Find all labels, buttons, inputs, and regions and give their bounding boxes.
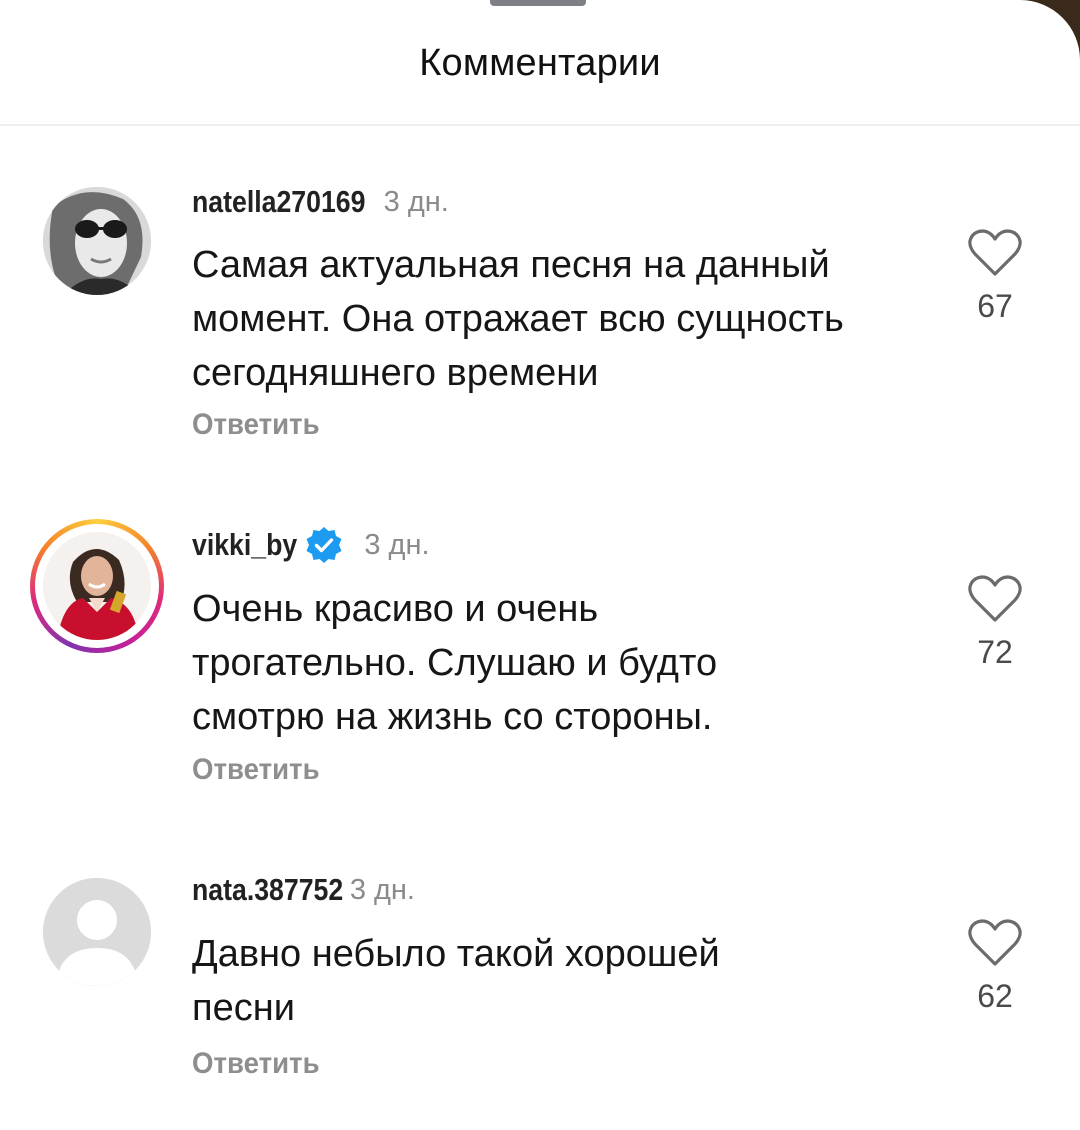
reply-button[interactable]: Ответить [192, 1047, 320, 1081]
sheet-header: Комментарии [0, 0, 1080, 126]
comment-header: natella270169 3 дн. [192, 182, 449, 222]
verified-badge-icon [306, 527, 342, 563]
username[interactable]: nata.387752 [192, 872, 343, 908]
heart-icon[interactable] [967, 228, 1023, 278]
heart-icon[interactable] [967, 574, 1023, 624]
comment-text: Самая актуальная песня на данный момент.… [192, 244, 844, 394]
comment-time: 3 дн. [349, 873, 415, 906]
username[interactable]: vikki_by [192, 527, 297, 563]
heart-icon[interactable] [967, 918, 1023, 968]
photo-avatar-icon [43, 187, 151, 295]
reply-button[interactable]: Ответить [192, 753, 320, 787]
like-count: 62 [977, 978, 1013, 1014]
like-count: 67 [977, 288, 1013, 324]
comment-text: Давно небыло такой хорошей песни [192, 933, 720, 1029]
comments-sheet: Комментарии natella270169 3 дн. Самая ак… [0, 0, 1080, 1130]
story-ring[interactable] [30, 519, 164, 653]
username[interactable]: natella270169 [192, 184, 365, 220]
photo-avatar-icon [43, 532, 151, 640]
default-user-avatar-icon [43, 878, 151, 986]
reply-button[interactable]: Ответить [192, 408, 320, 442]
avatar[interactable] [43, 878, 151, 986]
comment-time: 3 дн. [364, 528, 430, 561]
comment-header: nata.387752 3 дн. [192, 870, 415, 910]
like-count: 72 [977, 634, 1013, 670]
avatar[interactable] [43, 187, 151, 295]
sheet-title: Комментарии [419, 42, 661, 84]
avatar [43, 532, 151, 640]
comment-time: 3 дн. [383, 185, 449, 218]
comment-header: vikki_by 3 дн. [192, 525, 430, 565]
comment-text: Очень красиво и очень трогательно. Слуша… [192, 588, 718, 738]
